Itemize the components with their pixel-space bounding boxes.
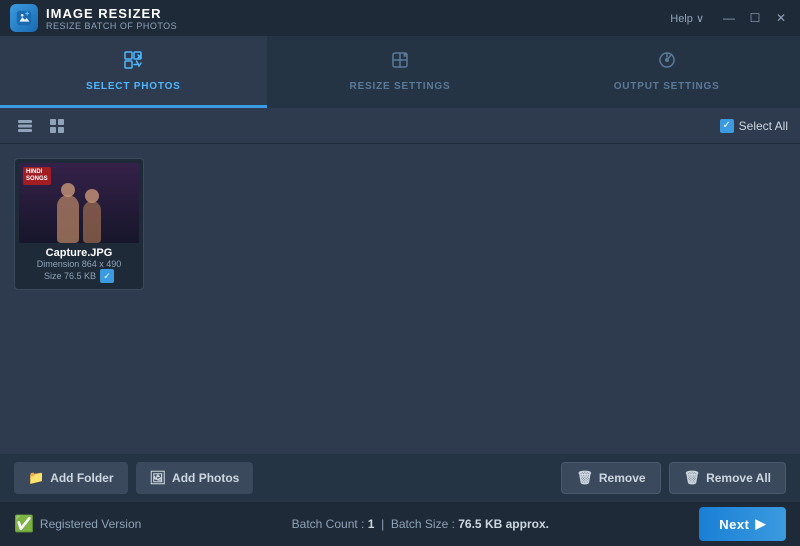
batch-count-label: Batch Count :	[292, 517, 365, 531]
figure-1	[57, 195, 79, 243]
steps-bar: SELECT PHOTOS RESIZE SETTINGS OUTPUT SET…	[0, 36, 800, 108]
grid-view-button[interactable]	[44, 113, 70, 139]
batch-size-value: 76.5 KB approx.	[458, 517, 549, 531]
photo-checkbox[interactable]	[100, 269, 114, 283]
window-controls: Help ∨ — ☐ ✕	[670, 7, 792, 29]
tab-resize-settings-label: RESIZE SETTINGS	[350, 81, 451, 92]
registered-label: Registered Version	[40, 517, 141, 531]
right-actions: 🗑 Remove 🗑 Remove All	[561, 462, 786, 494]
thumb-bg: HINDISONGS	[19, 163, 139, 243]
help-menu[interactable]: Help ∨	[670, 12, 704, 25]
add-folder-button[interactable]: 📁 Add Folder	[14, 462, 128, 494]
title-bar: IMAGE RESIZER RESIZE BATCH OF PHOTOS Hel…	[0, 0, 800, 36]
tab-resize-settings[interactable]: RESIZE SETTINGS	[267, 36, 534, 108]
tab-select-photos[interactable]: SELECT PHOTOS	[0, 36, 267, 108]
restore-button[interactable]: ☐	[744, 7, 766, 29]
photos-icon: 🖼	[150, 470, 167, 486]
status-bar: ✅ Registered Version Batch Count : 1 | B…	[0, 502, 800, 546]
app-subtitle: RESIZE BATCH OF PHOTOS	[46, 21, 177, 31]
next-button[interactable]: Next ▶	[699, 507, 786, 541]
figure-2	[83, 201, 101, 243]
registered-info: ✅ Registered Version	[14, 514, 141, 534]
thumb-figures	[19, 195, 139, 243]
output-settings-icon	[656, 49, 678, 77]
next-label: Next	[719, 517, 749, 532]
view-toggles	[12, 113, 70, 139]
tab-output-settings[interactable]: OUTPUT SETTINGS	[533, 36, 800, 108]
remove-label: Remove	[599, 471, 646, 485]
remove-all-icon: 🗑	[684, 470, 701, 486]
select-all-checkbox[interactable]	[720, 119, 734, 133]
action-bar: 📁 Add Folder 🖼 Add Photos 🗑 Remove 🗑 Rem…	[0, 454, 800, 502]
photo-dimension: Dimension 864 x 490	[21, 259, 137, 269]
remove-all-button[interactable]: 🗑 Remove All	[669, 462, 786, 494]
resize-settings-icon	[389, 49, 411, 77]
remove-button[interactable]: 🗑 Remove	[561, 462, 660, 494]
select-all-area[interactable]: Select All	[720, 119, 788, 133]
registered-icon: ✅	[14, 514, 34, 534]
help-label: Help	[670, 13, 693, 25]
photo-thumbnail: HINDISONGS	[19, 163, 139, 243]
select-all-label: Select All	[739, 119, 788, 133]
app-title-group: IMAGE RESIZER RESIZE BATCH OF PHOTOS	[46, 6, 177, 31]
add-photos-label: Add Photos	[172, 471, 239, 485]
photo-size: Size 76.5 KB	[21, 269, 137, 283]
folder-icon: 📁	[28, 470, 44, 486]
select-photos-icon	[122, 49, 144, 77]
tab-output-settings-label: OUTPUT SETTINGS	[614, 81, 720, 92]
minimize-button[interactable]: —	[718, 7, 740, 29]
photo-grid: HINDISONGS Capture.JPG Dimension 864 x 4…	[0, 144, 800, 424]
batch-info: Batch Count : 1 | Batch Size : 76.5 KB a…	[292, 517, 549, 531]
remove-icon: 🗑	[576, 470, 593, 486]
toolbar: Select All	[0, 108, 800, 144]
next-arrow-icon: ▶	[755, 516, 766, 532]
close-button[interactable]: ✕	[770, 7, 792, 29]
list-view-button[interactable]	[12, 113, 38, 139]
left-actions: 📁 Add Folder 🖼 Add Photos	[14, 462, 253, 494]
batch-separator: |	[381, 517, 384, 531]
app-title: IMAGE RESIZER	[46, 6, 177, 21]
batch-count-value: 1	[368, 517, 375, 531]
remove-all-label: Remove All	[706, 471, 771, 485]
photo-name: Capture.JPG	[21, 247, 137, 259]
add-folder-label: Add Folder	[50, 471, 113, 485]
app-logo	[10, 4, 38, 32]
help-chevron: ∨	[696, 13, 704, 25]
add-photos-button[interactable]: 🖼 Add Photos	[136, 462, 254, 494]
batch-size-label: Batch Size :	[391, 517, 455, 531]
photo-card[interactable]: HINDISONGS Capture.JPG Dimension 864 x 4…	[14, 158, 144, 290]
photo-info: Capture.JPG Dimension 864 x 490 Size 76.…	[19, 243, 139, 285]
tab-select-photos-label: SELECT PHOTOS	[86, 81, 181, 92]
thumb-text-overlay: HINDISONGS	[23, 167, 51, 185]
